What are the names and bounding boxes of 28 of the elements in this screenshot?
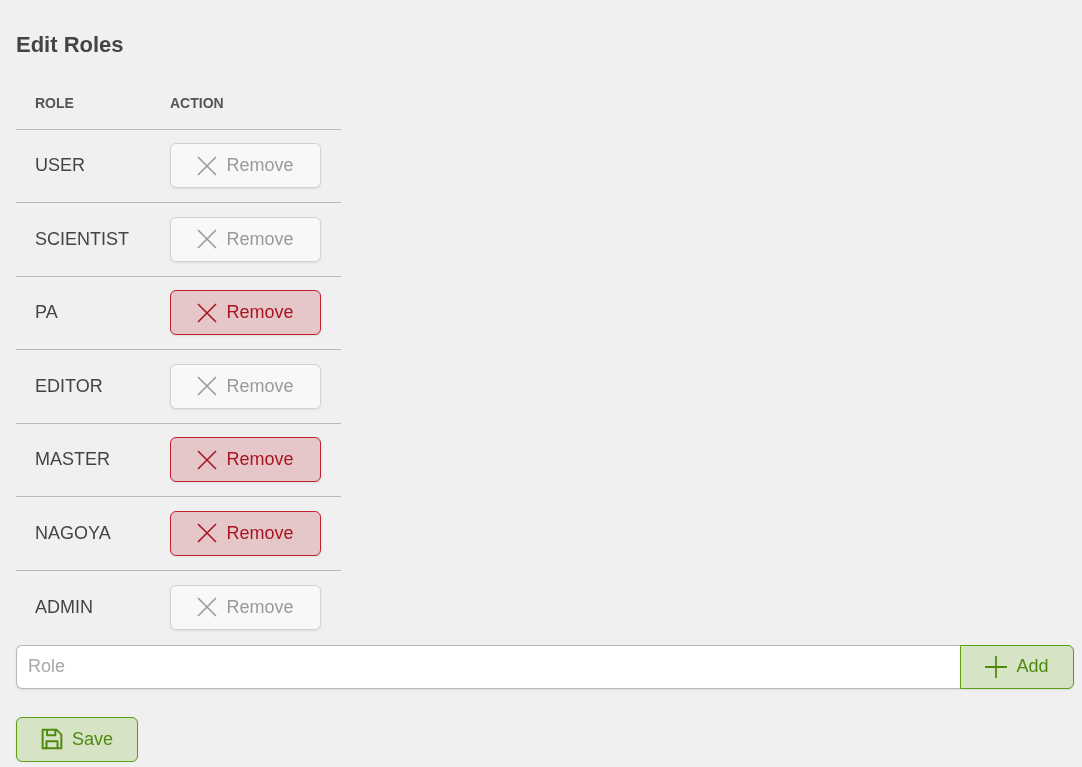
add-button[interactable]: Add — [960, 644, 1074, 689]
column-header: ACTION — [170, 94, 224, 111]
close-icon — [197, 597, 218, 617]
remove-button[interactable]: Remove — [170, 216, 321, 262]
close-icon — [197, 523, 218, 544]
role-name: MASTER — [35, 449, 110, 470]
remove-button[interactable]: Remove — [170, 437, 321, 483]
role-name: SCIENTIST — [35, 228, 129, 249]
column-header: ROLE — [35, 94, 74, 111]
plus-icon — [985, 655, 1008, 678]
close-icon — [197, 302, 218, 323]
remove-button[interactable]: Remove — [170, 584, 321, 630]
save-button[interactable]: Save — [16, 716, 138, 762]
role-name: ADMIN — [35, 596, 93, 617]
close-icon — [197, 449, 218, 470]
remove-button[interactable]: Remove — [170, 363, 321, 409]
close-icon — [197, 155, 218, 176]
role-name: EDITOR — [35, 375, 103, 396]
remove-button[interactable]: Remove — [170, 143, 321, 189]
close-icon — [197, 229, 218, 250]
remove-button[interactable]: Remove — [170, 290, 321, 336]
role-name: PA — [35, 302, 58, 323]
remove-button[interactable]: Remove — [170, 510, 321, 556]
close-icon — [197, 376, 218, 397]
role-name: USER — [35, 155, 85, 176]
page-title: Edit Roles — [16, 32, 124, 58]
role-name: NAGOYA — [35, 522, 111, 543]
role-input-field[interactable]: Role — [16, 644, 960, 689]
